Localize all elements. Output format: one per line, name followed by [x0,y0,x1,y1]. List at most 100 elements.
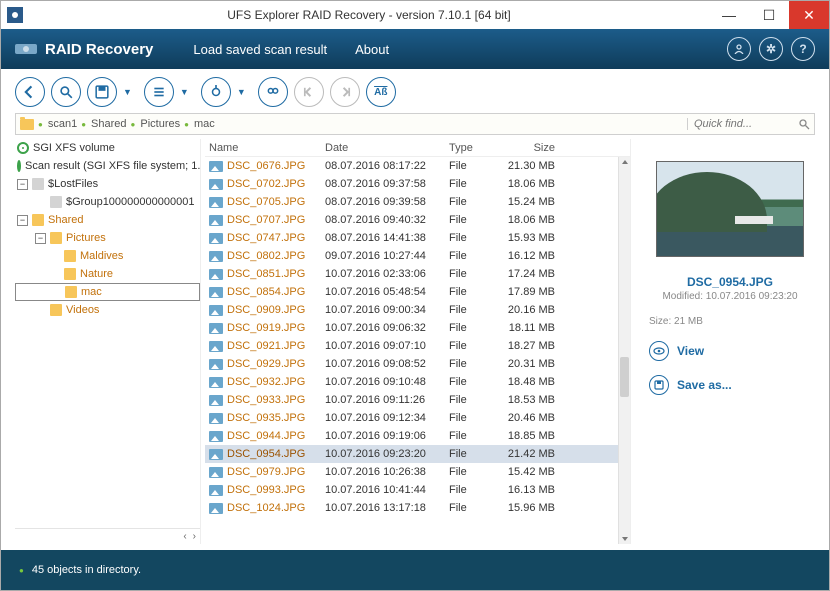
file-list-scrollbar[interactable] [618,157,630,544]
tree-scrollbar[interactable]: ‹› [15,528,200,544]
load-saved-scan-link[interactable]: Load saved scan result [193,42,327,57]
match-case-button[interactable]: Aß [366,77,396,107]
close-button[interactable]: ✕ [789,1,829,29]
image-icon [209,341,223,352]
minimize-button[interactable]: — [709,1,749,29]
collapse-icon[interactable]: − [17,179,28,190]
tree-pictures[interactable]: −Pictures [15,229,200,247]
user-button[interactable] [727,37,751,61]
search-icon[interactable] [798,118,810,130]
breadcrumb-item[interactable]: Pictures [131,118,181,130]
file-list-header: Name Date Type Size [205,139,630,157]
tree-shared[interactable]: −Shared [15,211,200,229]
file-row[interactable]: DSC_0802.JPG09.07.2016 10:27:44File16.12… [205,247,630,265]
disk-icon [17,142,29,154]
file-row[interactable]: DSC_0919.JPG10.07.2016 09:06:32File18.11… [205,319,630,337]
col-date[interactable]: Date [325,142,449,154]
settings-button[interactable]: ✲ [759,37,783,61]
col-name[interactable]: Name [205,142,325,154]
tree-mac[interactable]: mac [15,283,200,301]
help-button[interactable]: ? [791,37,815,61]
file-row[interactable]: DSC_0933.JPG10.07.2016 09:11:26File18.53… [205,391,630,409]
preview-image [656,161,804,257]
app-logo-text: RAID Recovery [45,41,153,58]
file-row[interactable]: DSC_0932.JPG10.07.2016 09:10:48File18.48… [205,373,630,391]
breadcrumb-item[interactable]: scan1 [38,118,77,130]
file-row[interactable]: DSC_0676.JPG08.07.2016 08:17:22File21.30… [205,157,630,175]
folder-icon [50,232,62,244]
folder-icon [20,119,34,130]
breadcrumb-root[interactable] [20,119,34,130]
back-button[interactable] [15,77,45,107]
preview-panel: DSC_0954.JPG Modified: 10.07.2016 09:23:… [635,139,815,544]
image-icon [209,197,223,208]
col-size[interactable]: Size [501,142,555,154]
image-icon [209,323,223,334]
tree-scan-result[interactable]: Scan result (SGI XFS file system; 1.85 G… [15,157,200,175]
find-button[interactable] [258,77,288,107]
preview-size: Size: 21 MB [649,316,703,327]
maximize-button[interactable]: ☐ [749,1,789,29]
filter-button[interactable] [201,77,231,107]
file-row[interactable]: DSC_0944.JPG10.07.2016 09:19:06File18.85… [205,427,630,445]
collapse-icon[interactable]: − [35,233,46,244]
breadcrumb-item[interactable]: Shared [81,118,126,130]
file-row[interactable]: DSC_0935.JPG10.07.2016 09:12:34File20.46… [205,409,630,427]
file-row[interactable]: DSC_0929.JPG10.07.2016 09:08:52File20.31… [205,355,630,373]
tree-volume[interactable]: SGI XFS volume [15,139,200,157]
quick-find [687,118,810,130]
file-row[interactable]: DSC_0854.JPG10.07.2016 05:48:54File17.89… [205,283,630,301]
disk-icon [17,160,21,172]
window-title: UFS Explorer RAID Recovery - version 7.1… [29,8,709,22]
about-link[interactable]: About [355,42,389,57]
prev-button[interactable] [294,77,324,107]
folder-icon [32,178,44,190]
tree-group[interactable]: $Group100000000000001 [15,193,200,211]
titlebar: UFS Explorer RAID Recovery - version 7.1… [1,1,829,29]
col-type[interactable]: Type [449,142,501,154]
file-row[interactable]: DSC_0909.JPG10.07.2016 09:00:34File20.16… [205,301,630,319]
folder-icon [64,250,76,262]
folder-icon [65,286,77,298]
eye-icon [649,341,669,361]
image-icon [209,233,223,244]
save-dropdown-arrow[interactable]: ▼ [123,87,132,97]
list-dropdown-arrow[interactable]: ▼ [180,87,189,97]
tree-nature[interactable]: Nature [15,265,200,283]
folder-icon [50,196,62,208]
preview-filename: DSC_0954.JPG [687,275,773,289]
app-icon [1,7,29,23]
tree-lostfiles[interactable]: −$LostFiles [15,175,200,193]
image-icon [209,359,223,370]
breadcrumb-item[interactable]: mac [184,118,215,130]
file-row[interactable]: DSC_0707.JPG08.07.2016 09:40:32File18.06… [205,211,630,229]
content-area: SGI XFS volume Scan result (SGI XFS file… [1,139,829,550]
file-row[interactable]: DSC_0979.JPG10.07.2016 10:26:38File15.42… [205,463,630,481]
view-button[interactable]: View [649,341,704,361]
image-icon [209,179,223,190]
window-controls: — ☐ ✕ [709,1,829,29]
folder-icon [50,304,62,316]
quick-find-input[interactable] [694,118,794,130]
file-row[interactable]: DSC_0921.JPG10.07.2016 09:07:10File18.27… [205,337,630,355]
scrollbar-thumb[interactable] [620,357,629,397]
filter-dropdown-arrow[interactable]: ▼ [237,87,246,97]
file-row[interactable]: DSC_0702.JPG08.07.2016 09:37:58File18.06… [205,175,630,193]
tree-videos[interactable]: Videos [15,301,200,319]
tree-maldives[interactable]: Maldives [15,247,200,265]
next-button[interactable] [330,77,360,107]
save-button[interactable] [87,77,117,107]
search-button[interactable] [51,77,81,107]
file-list: Name Date Type Size DSC_0676.JPG08.07.20… [205,139,631,544]
save-as-button[interactable]: Save as... [649,375,732,395]
file-row[interactable]: DSC_0954.JPG10.07.2016 09:23:20File21.42… [205,445,630,463]
collapse-icon[interactable]: − [17,215,28,226]
file-row[interactable]: DSC_0747.JPG08.07.2016 14:41:38File15.93… [205,229,630,247]
image-icon [209,413,223,424]
file-row[interactable]: DSC_0851.JPG10.07.2016 02:33:06File17.24… [205,265,630,283]
file-row[interactable]: DSC_1024.JPG10.07.2016 13:17:18File15.96… [205,499,630,517]
file-row[interactable]: DSC_0705.JPG08.07.2016 09:39:58File15.24… [205,193,630,211]
image-icon [209,467,223,478]
file-row[interactable]: DSC_0993.JPG10.07.2016 10:41:44File16.13… [205,481,630,499]
list-view-button[interactable] [144,77,174,107]
